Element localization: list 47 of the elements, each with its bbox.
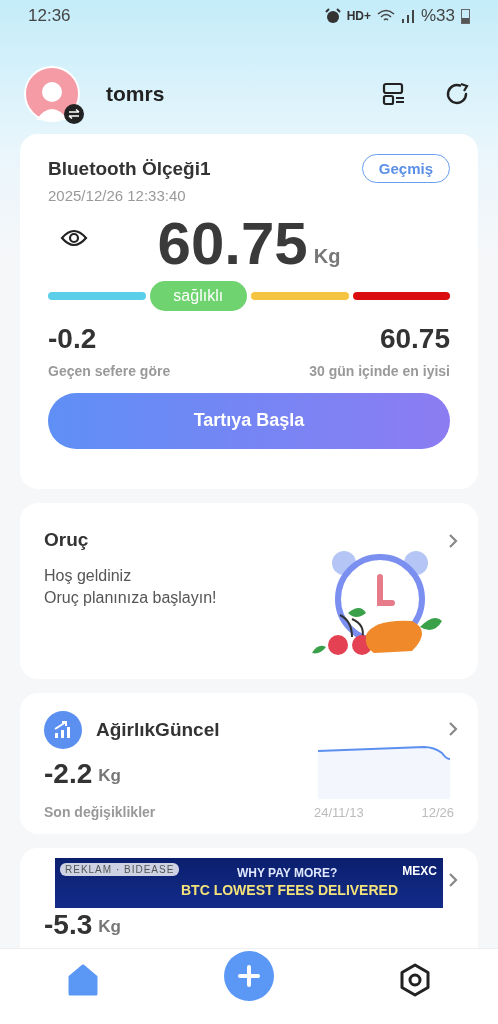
ad-tag: REKLAM · BIDEASE [60, 862, 180, 876]
add-button[interactable] [224, 951, 274, 1001]
ad-subline: BTC LOWEST FEES DELIVERED [181, 881, 398, 898]
axis-label: 24/11/13 [314, 804, 364, 820]
network-type: HD+ [346, 9, 371, 23]
battery-percent: %33 [420, 6, 455, 26]
measure-datetime: 2025/12/26 12:33:40 [48, 187, 187, 204]
alarm-icon [324, 8, 341, 24]
wifi-icon [376, 9, 395, 23]
trend-value: -2.2 [44, 758, 93, 790]
change-value: -0.2 [48, 324, 97, 355]
fasting-text: Hoş geldiniz [44, 565, 133, 586]
fasting-text: Oruç planınıza başlayın! [44, 587, 217, 608]
trend-unit: Kg [98, 765, 121, 786]
switch-user-icon[interactable] [64, 104, 84, 124]
ad-brand: MEXC [402, 863, 437, 878]
ad-banner[interactable]: REKLAM · BIDEASE WHY PAY MORE? BTC LOWEST FEES DELIVERED MEXC [55, 857, 443, 908]
chevron-icon[interactable] [448, 720, 458, 737]
weight-unit: Kg [313, 245, 341, 268]
history-button[interactable]: Geçmiş [361, 154, 450, 183]
settings-icon [398, 963, 432, 997]
change-label: Geçen sefere göre [48, 362, 171, 379]
ad-headline: WHY PAY MORE? [237, 865, 338, 880]
refresh-icon [446, 82, 470, 106]
battery-icon [461, 8, 470, 24]
scale-title: Bluetooth Ölçeği1 [48, 157, 211, 180]
weight-value: 60.75 [157, 214, 308, 274]
user-name: tomrs [106, 82, 166, 106]
change-value: -5.3 [44, 909, 93, 941]
signal-icon [400, 9, 415, 23]
chevron-icon[interactable] [448, 871, 458, 888]
clock-time: 12:36 [28, 6, 71, 26]
range-badge: sağlıklı [149, 281, 247, 311]
best-label: 30 gün içinde en iyisi [309, 362, 450, 379]
trend-caption: Son değişiklikler [44, 803, 156, 820]
layout-icon [382, 82, 406, 106]
plus-icon [238, 965, 260, 987]
trend-title: AğirlıkGüncel [96, 718, 220, 741]
eye-icon[interactable] [60, 228, 88, 248]
chevron-icon[interactable] [448, 532, 458, 549]
home-icon [66, 963, 100, 997]
change-unit: Kg [98, 916, 121, 937]
trend-icon [44, 710, 82, 749]
start-weighing-button[interactable]: Tartıya Başla [48, 392, 450, 449]
best-value: 60.75 [379, 324, 450, 355]
fasting-title: Oruç [44, 528, 89, 551]
axis-label: 12/26 [421, 804, 454, 820]
